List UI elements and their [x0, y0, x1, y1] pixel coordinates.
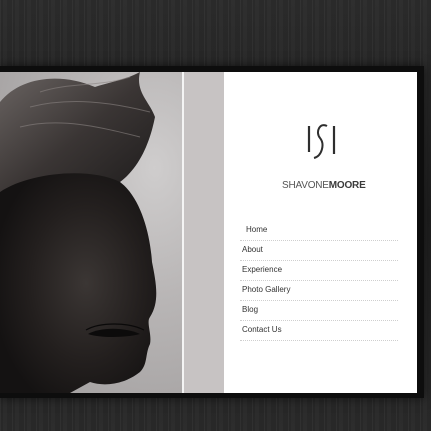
portrait-image — [0, 72, 157, 393]
nav-item-blog[interactable]: Blog — [240, 301, 398, 321]
brand-name[interactable]: SHAVONEMOORE — [282, 180, 366, 191]
portrait-photo — [0, 72, 182, 393]
nav-item-experience[interactable]: Experience — [240, 261, 398, 281]
nav-item-contact-us[interactable]: Contact Us — [240, 321, 398, 341]
nav-item-about[interactable]: About — [240, 241, 398, 261]
monogram-logo-icon — [307, 124, 336, 159]
nav-item-home[interactable]: Home — [240, 221, 398, 241]
nav-item-photo-gallery[interactable]: Photo Gallery — [240, 281, 398, 301]
grey-accent-strip — [184, 72, 224, 393]
main-navigation: Home About Experience Photo Gallery Blog… — [240, 221, 398, 341]
brand-first-name: SHAVONE — [282, 180, 329, 191]
brand-last-name: MOORE — [328, 180, 366, 191]
